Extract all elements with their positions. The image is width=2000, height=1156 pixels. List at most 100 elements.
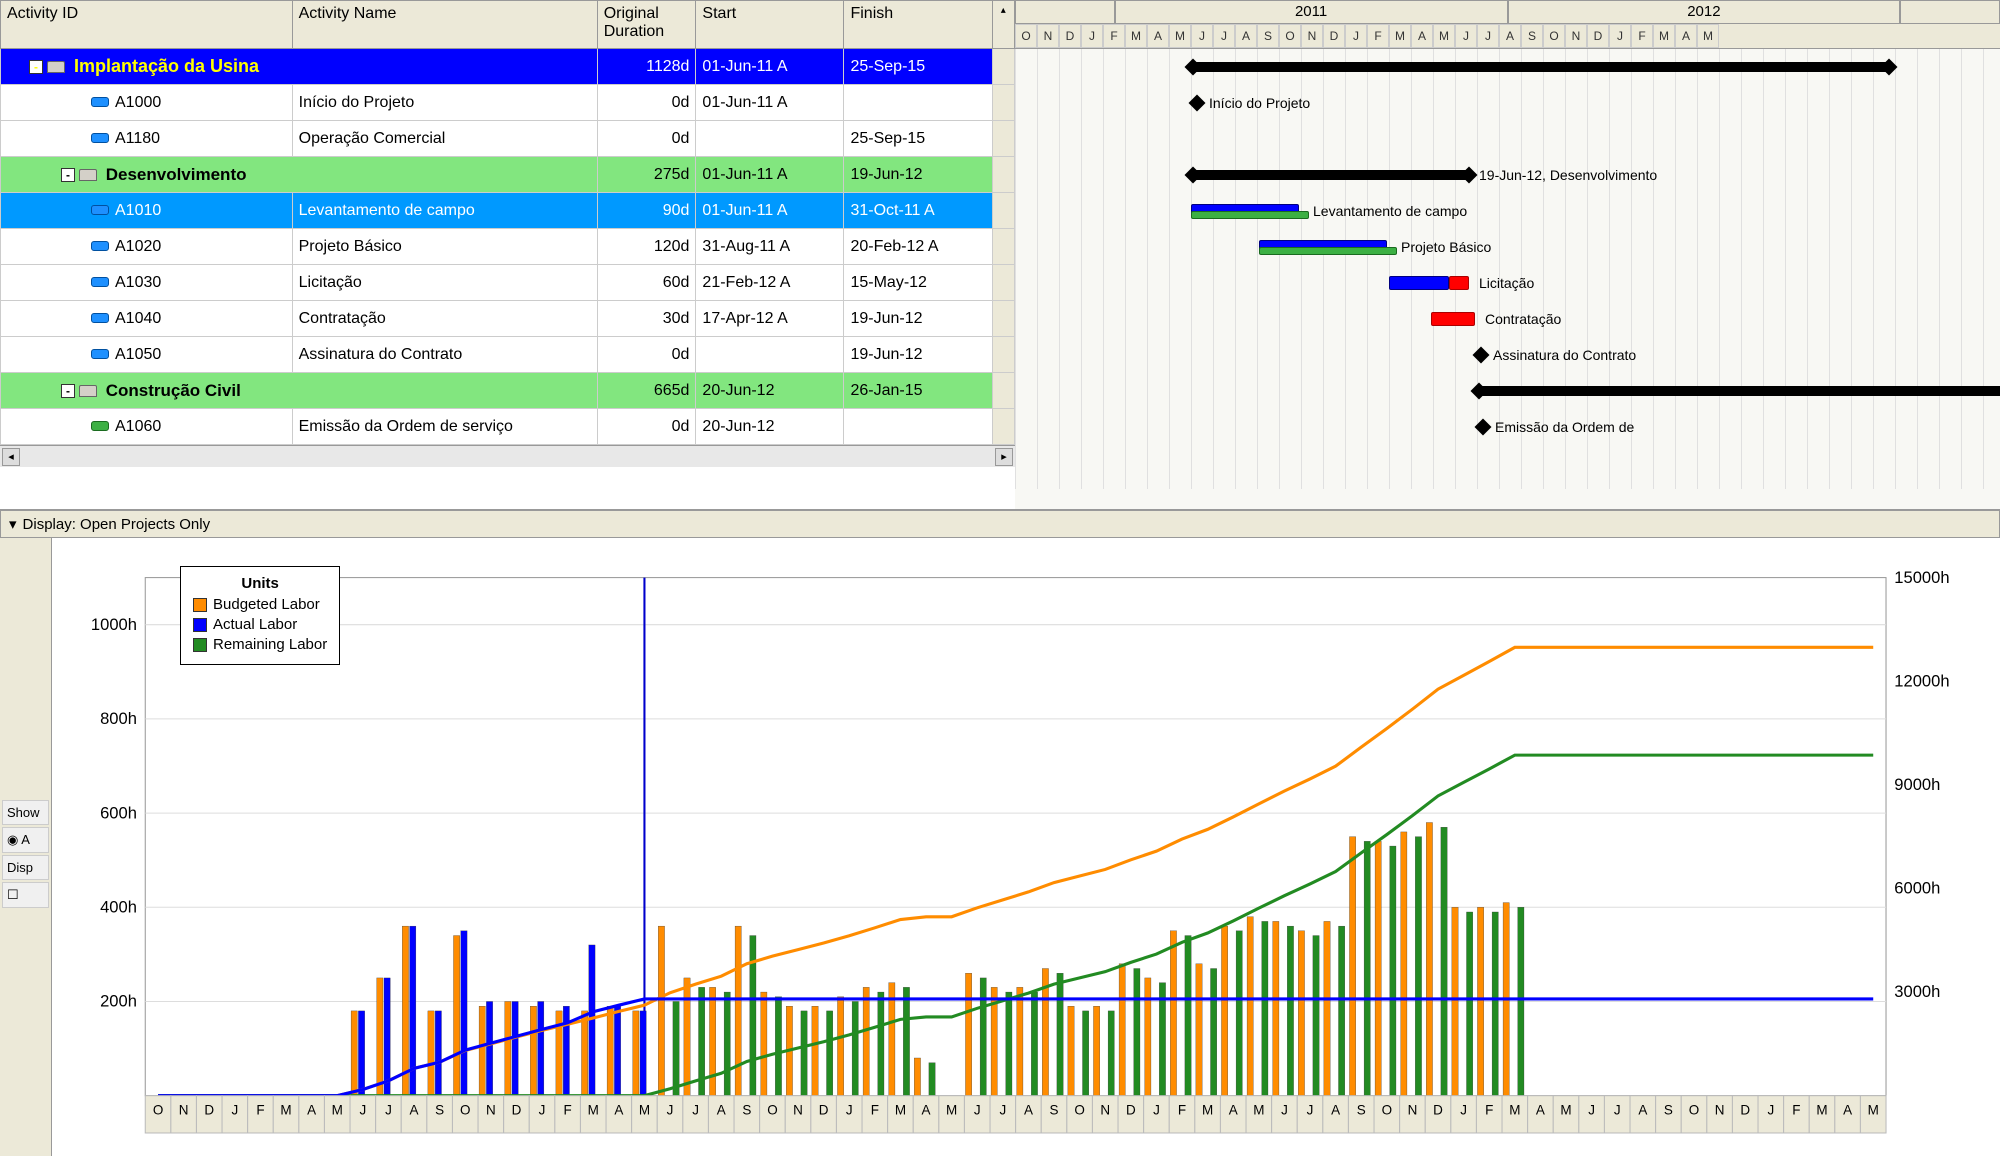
bar[interactable]: [878, 992, 884, 1096]
table-row[interactable]: A1060Emissão da Ordem de serviço0d20-Jun…: [1, 409, 1015, 445]
bar[interactable]: [709, 987, 715, 1095]
bar[interactable]: [1247, 917, 1253, 1096]
bar[interactable]: [863, 987, 869, 1095]
bar[interactable]: [1324, 921, 1330, 1095]
bar[interactable]: [1006, 992, 1012, 1096]
radio-a[interactable]: ◉ A: [2, 827, 49, 853]
bar[interactable]: [453, 936, 459, 1096]
bar[interactable]: [1390, 846, 1396, 1096]
col-header-name[interactable]: Activity Name: [292, 1, 597, 49]
milestone-diamond-icon[interactable]: [1473, 347, 1490, 364]
bar[interactable]: [1426, 823, 1432, 1096]
bar[interactable]: [1375, 841, 1381, 1095]
table-row[interactable]: - Construção Civil665d20-Jun-1226-Jan-15: [1, 373, 1015, 409]
bar[interactable]: [1298, 931, 1304, 1096]
checkbox[interactable]: ☐: [2, 882, 49, 908]
bar[interactable]: [1415, 837, 1421, 1096]
scroll-left-icon[interactable]: ◂: [2, 448, 20, 466]
bar[interactable]: [750, 936, 756, 1096]
table-row[interactable]: - Desenvolvimento275d01-Jun-11 A19-Jun-1…: [1, 157, 1015, 193]
bar[interactable]: [1287, 926, 1293, 1096]
scroll-right-icon[interactable]: ▸: [995, 448, 1013, 466]
bar[interactable]: [761, 992, 767, 1096]
bar[interactable]: [1170, 931, 1176, 1096]
bar[interactable]: [980, 978, 986, 1096]
bar[interactable]: [633, 1011, 639, 1096]
bar[interactable]: [1236, 931, 1242, 1096]
bar[interactable]: [658, 926, 664, 1096]
bar[interactable]: [428, 1011, 434, 1096]
bar[interactable]: [801, 1011, 807, 1096]
table-row[interactable]: A1000Início do Projeto0d01-Jun-11 A: [1, 85, 1015, 121]
bar[interactable]: [1145, 978, 1151, 1096]
bar[interactable]: [1196, 964, 1202, 1096]
summary-bar[interactable]: [1191, 170, 1471, 180]
bar[interactable]: [1031, 992, 1037, 1096]
bar[interactable]: [1364, 841, 1370, 1095]
bar[interactable]: [1262, 921, 1268, 1095]
display-bar[interactable]: ▾ Display: Open Projects Only: [0, 510, 2000, 538]
col-header-id[interactable]: Activity ID: [1, 1, 293, 49]
bar[interactable]: [530, 1006, 536, 1095]
collapse-icon[interactable]: -: [61, 168, 75, 182]
bar[interactable]: [1518, 907, 1524, 1095]
bar[interactable]: [1477, 907, 1483, 1095]
show-button[interactable]: Show: [2, 800, 49, 825]
table-row[interactable]: A1180Operação Comercial0d25-Sep-15: [1, 121, 1015, 157]
milestone-diamond-icon[interactable]: [1189, 95, 1206, 112]
col-header-start[interactable]: Start: [696, 1, 844, 49]
bar[interactable]: [827, 1011, 833, 1096]
disp-button[interactable]: Disp: [2, 855, 49, 880]
summary-bar[interactable]: [1191, 62, 1891, 72]
bar[interactable]: [505, 1001, 511, 1095]
bar[interactable]: [1134, 969, 1140, 1096]
bar[interactable]: [563, 1006, 569, 1095]
bar[interactable]: [837, 997, 843, 1096]
col-header-finish[interactable]: Finish: [844, 1, 992, 49]
bar[interactable]: [852, 1001, 858, 1095]
bar[interactable]: [1017, 987, 1023, 1095]
bar[interactable]: [1492, 912, 1498, 1096]
bar[interactable]: [812, 1006, 818, 1095]
bar[interactable]: [1185, 936, 1191, 1096]
bar[interactable]: [1466, 912, 1472, 1096]
bar[interactable]: [1210, 969, 1216, 1096]
bar[interactable]: [1057, 973, 1063, 1095]
bar[interactable]: [358, 1011, 364, 1096]
table-row[interactable]: A1010Levantamento de campo90d01-Jun-11 A…: [1, 193, 1015, 229]
bar[interactable]: [965, 973, 971, 1095]
bar[interactable]: [735, 926, 741, 1096]
task-bar-late[interactable]: [1431, 312, 1475, 326]
bar[interactable]: [607, 1006, 613, 1095]
bar[interactable]: [461, 931, 467, 1096]
bar[interactable]: [614, 1006, 620, 1095]
bar[interactable]: [435, 1011, 441, 1096]
bar[interactable]: [486, 1001, 492, 1095]
col-header-dur[interactable]: Original Duration: [597, 1, 696, 49]
vscroll-up[interactable]: ▴: [992, 1, 1014, 49]
bar[interactable]: [1119, 964, 1125, 1096]
bar[interactable]: [775, 997, 781, 1096]
table-row[interactable]: - Implantação da Usina1128d01-Jun-11 A25…: [1, 49, 1015, 85]
bar[interactable]: [538, 1001, 544, 1095]
bar[interactable]: [512, 1001, 518, 1095]
gantt-pane[interactable]: 20112012 ONDJFMAMJJASONDJFMAMJJASONDJFMA…: [1015, 0, 2000, 509]
resource-chart[interactable]: 200h400h600h800h1000h3000h6000h9000h1200…: [52, 538, 2000, 1156]
bar[interactable]: [1068, 1006, 1074, 1095]
bar[interactable]: [581, 1011, 587, 1096]
bar[interactable]: [384, 978, 390, 1096]
bar[interactable]: [914, 1058, 920, 1096]
table-row[interactable]: A1020Projeto Básico120d31-Aug-11 A20-Feb…: [1, 229, 1015, 265]
bar[interactable]: [1441, 827, 1447, 1095]
bar[interactable]: [724, 992, 730, 1096]
bar[interactable]: [1349, 837, 1355, 1096]
bar[interactable]: [673, 1001, 679, 1095]
task-bar-late[interactable]: [1449, 276, 1469, 290]
bar[interactable]: [1401, 832, 1407, 1096]
bar[interactable]: [903, 987, 909, 1095]
bar[interactable]: [1273, 921, 1279, 1095]
bar[interactable]: [929, 1063, 935, 1096]
bar[interactable]: [1338, 926, 1344, 1096]
bar[interactable]: [479, 1006, 485, 1095]
bar[interactable]: [684, 978, 690, 1096]
